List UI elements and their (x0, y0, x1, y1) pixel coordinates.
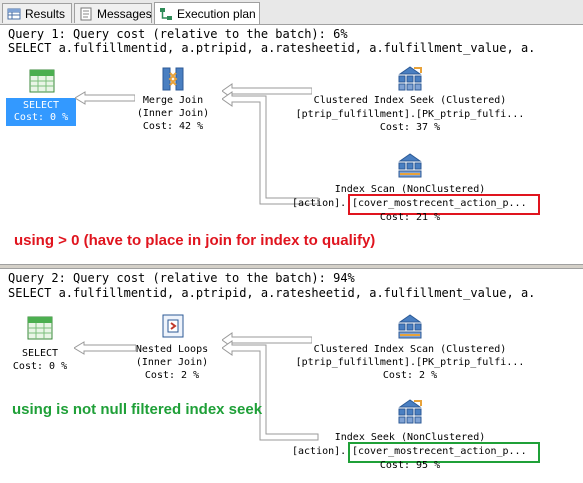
index-scan-object-prefix: [action]. (292, 198, 347, 209)
index-seek-cost: Cost: 95 % (379, 460, 441, 471)
select-label: SELECT (22, 100, 60, 111)
execution-plan-icon (159, 7, 173, 21)
select-cost: Cost: 0 % (12, 361, 68, 372)
tab-results-label: Results (25, 6, 66, 21)
query1-sql-text: SELECT a.fulfillmentid, a.ptripid, a.rat… (8, 41, 536, 55)
index-scan-icon[interactable] (396, 152, 424, 184)
clustered-index-scan-label: Clustered Index Scan (Clustered) (313, 344, 507, 355)
nested-loops-cost: Cost: 2 % (144, 370, 200, 381)
tab-messages-label: Messages (97, 6, 152, 21)
nested-loops-subtitle: (Inner Join) (135, 357, 209, 368)
select-cost: Cost: 0 % (13, 112, 69, 123)
query2-sql-text: SELECT a.fulfillmentid, a.ptripid, a.rat… (8, 286, 536, 300)
clustered-index-scan-object: [ptrip_fulfillment].[PK_ptrip_fulfi... (295, 357, 525, 368)
select-label: SELECT (21, 348, 59, 359)
tab-execution-plan[interactable]: Execution plan (154, 2, 260, 24)
clustered-index-scan-cost: Cost: 2 % (382, 370, 438, 381)
query1-annotation: using > 0 (have to place in join for ind… (14, 232, 376, 249)
clustered-index-seek-object: [ptrip_fulfillment].[PK_ptrip_fulfi... (295, 109, 525, 120)
tab-bar: Results Messages Execution plan (0, 0, 583, 25)
tab-execution-plan-label: Execution plan (177, 6, 256, 21)
query1-cost-header: Query 1: Query cost (relative to the bat… (8, 27, 348, 41)
select-operator-icon[interactable] (27, 316, 53, 344)
grid-icon (7, 7, 21, 21)
index-scan-cost: Cost: 21 % (379, 212, 441, 223)
merge-join-icon[interactable] (160, 65, 186, 97)
nested-loops-icon[interactable] (160, 312, 186, 344)
index-seek-icon[interactable] (396, 398, 424, 430)
merge-join-cost: Cost: 42 % (142, 121, 204, 132)
nested-loops-label: Nested Loops (135, 344, 209, 355)
merge-join-subtitle: (Inner Join) (136, 108, 210, 119)
select-node-selected[interactable]: SELECT Cost: 0 % (6, 98, 76, 126)
query2-plan-pane: Query 2: Query cost (relative to the bat… (0, 269, 583, 483)
clustered-index-scan-icon[interactable] (396, 313, 424, 345)
clustered-index-seek-cost: Cost: 37 % (379, 122, 441, 133)
clustered-index-seek-icon[interactable] (396, 65, 424, 97)
query2-annotation: using is not null filtered index seek (12, 401, 263, 418)
query2-cost-header: Query 2: Query cost (relative to the bat… (8, 271, 355, 285)
tab-messages[interactable]: Messages (74, 3, 152, 23)
merge-join-label: Merge Join (142, 95, 204, 106)
index-seek-object-prefix: [action]. (292, 446, 347, 457)
messages-icon (79, 7, 93, 21)
tab-results[interactable]: Results (2, 3, 72, 23)
clustered-index-seek-label: Clustered Index Seek (Clustered) (313, 95, 507, 106)
select-operator-icon[interactable] (29, 69, 55, 97)
query1-plan-pane: Query 1: Query cost (relative to the bat… (0, 25, 583, 265)
